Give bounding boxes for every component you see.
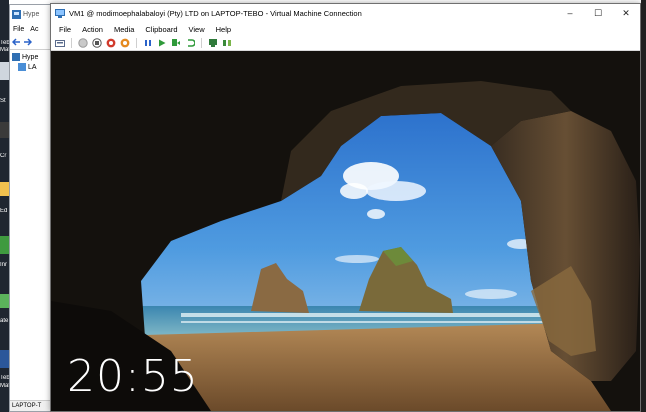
hyperv-node-icon xyxy=(12,53,20,61)
hyperv-title-text: Hype xyxy=(23,10,40,18)
desktop-icon-label[interactable]: Teb xyxy=(0,375,9,382)
maximize-button[interactable]: ☐ xyxy=(584,4,612,22)
resume-icon[interactable] xyxy=(157,38,167,48)
desktop-icon-label[interactable]: Mat xyxy=(0,383,9,390)
ctrl-alt-del-icon[interactable] xyxy=(55,38,65,48)
toolbar-separator xyxy=(71,38,72,48)
desktop-icon-label[interactable]: Ed xyxy=(0,208,9,215)
reset-icon[interactable] xyxy=(171,38,181,48)
tree-item-label: Hype xyxy=(22,53,39,61)
back-arrow-icon[interactable] xyxy=(12,38,21,46)
vm-guest-screen[interactable]: 20:55 xyxy=(51,51,640,411)
hyperv-menu-file[interactable]: File xyxy=(13,26,24,33)
pause-icon[interactable] xyxy=(143,38,153,48)
folder-icon[interactable] xyxy=(0,182,9,196)
menu-view[interactable]: View xyxy=(189,25,205,34)
toolbar-separator xyxy=(136,38,137,48)
desktop-icon-label[interactable]: Mat xyxy=(0,47,9,54)
menu-media[interactable]: Media xyxy=(114,25,134,34)
word-icon[interactable] xyxy=(0,350,9,368)
desktop-right-edge xyxy=(641,0,646,412)
revert-icon[interactable] xyxy=(185,38,195,48)
server-icon xyxy=(18,63,26,71)
vm-titlebar[interactable]: VM1 @ modimoephalabaloyi (Pty) LTD on LA… xyxy=(51,4,640,22)
desktop-icon-label[interactable]: St xyxy=(0,98,9,105)
menu-clipboard[interactable]: Clipboard xyxy=(145,25,177,34)
menu-file[interactable]: File xyxy=(59,25,71,34)
tree-item-label: LA xyxy=(28,63,37,71)
lock-screen-clock: 20:55 xyxy=(67,351,199,402)
forward-arrow-icon[interactable] xyxy=(23,38,32,46)
menu-help[interactable]: Help xyxy=(216,25,231,34)
vm-toolbar xyxy=(51,36,640,51)
save-icon[interactable] xyxy=(120,38,130,48)
desktop-icon-label[interactable]: Teb xyxy=(0,40,9,47)
desktop-icon-label[interactable]: ate xyxy=(0,318,9,325)
vm-connection-icon xyxy=(55,8,65,18)
vm-menubar: File Action Media Clipboard View Help xyxy=(51,22,640,36)
hyperv-menu-action[interactable]: Ac xyxy=(30,26,38,33)
shutdown-icon[interactable] xyxy=(106,38,116,48)
desktop-app-icon[interactable] xyxy=(0,294,9,308)
desktop-file-icon[interactable] xyxy=(0,62,9,80)
checkpoint-icon[interactable] xyxy=(208,38,218,48)
excel-icon[interactable] xyxy=(0,236,9,254)
enhanced-session-icon[interactable] xyxy=(222,38,232,48)
desktop-left-edge: Teb Mat St Cr Ed Inr ate Teb Mat xyxy=(0,0,9,412)
start-icon[interactable] xyxy=(78,38,88,48)
minimize-button[interactable]: – xyxy=(556,4,584,22)
desktop-app-icon[interactable] xyxy=(0,122,9,138)
turn-off-icon[interactable] xyxy=(92,38,102,48)
toolbar-separator xyxy=(201,38,202,48)
desktop-icon-label[interactable]: Cr xyxy=(0,153,9,160)
vm-title-text: VM1 @ modimoephalabaloyi (Pty) LTD on LA… xyxy=(69,8,362,18)
desktop-icon-label[interactable]: Inr xyxy=(0,262,9,269)
vm-connection-window: VM1 @ modimoephalabaloyi (Pty) LTD on LA… xyxy=(50,3,641,412)
menu-action[interactable]: Action xyxy=(82,25,103,34)
close-button[interactable]: ✕ xyxy=(612,4,640,22)
hyperv-manager-icon xyxy=(12,9,21,19)
